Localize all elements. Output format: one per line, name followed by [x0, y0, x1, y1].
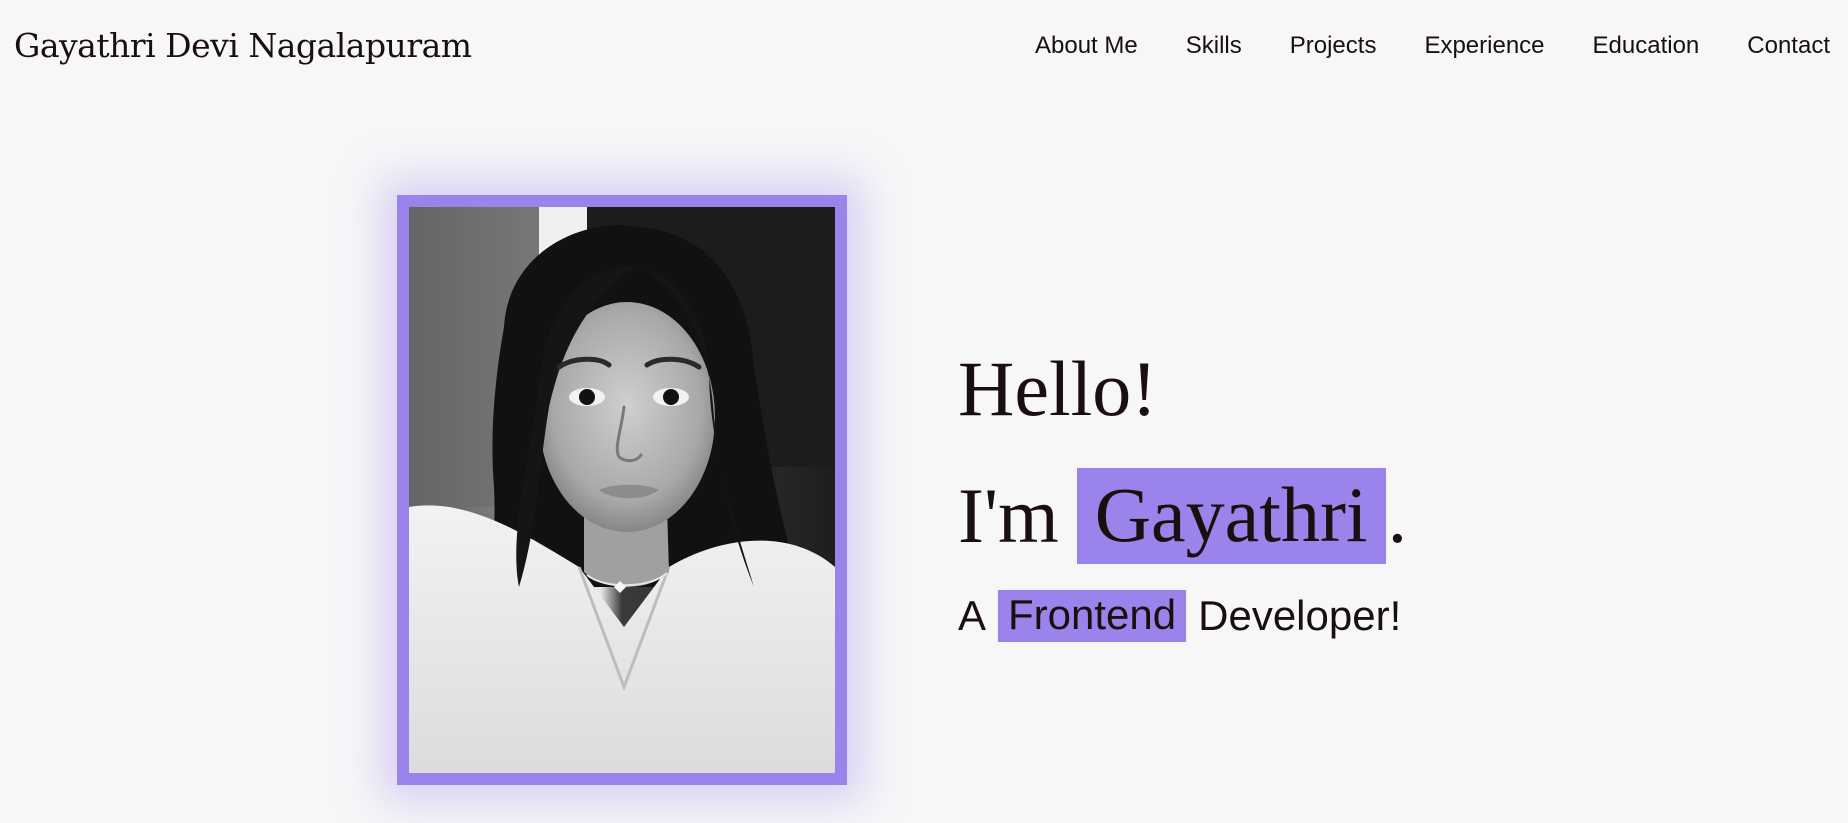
- role-prefix: A: [958, 592, 987, 639]
- hero-intro: I'm Gayathri .: [958, 468, 1658, 564]
- nav-about-me[interactable]: About Me: [1035, 32, 1138, 60]
- hero-role: A Frontend Developer!: [958, 590, 1658, 642]
- nav-projects[interactable]: Projects: [1290, 32, 1377, 60]
- name-highlight: Gayathri: [1076, 468, 1386, 564]
- nav-experience[interactable]: Experience: [1424, 32, 1544, 60]
- profile-photo: [409, 207, 835, 773]
- intro-suffix: .: [1387, 472, 1408, 559]
- profile-photo-frame: [397, 195, 847, 785]
- site-brand[interactable]: Gayathri Devi Nagalapuram: [14, 26, 472, 65]
- intro-prefix: I'm: [958, 472, 1059, 559]
- hero-section: Hello! I'm Gayathri . A Frontend Develop…: [958, 350, 1658, 642]
- hero-greeting: Hello!: [958, 345, 1158, 432]
- nav-skills[interactable]: Skills: [1186, 32, 1242, 60]
- nav-education[interactable]: Education: [1593, 32, 1700, 60]
- role-suffix: Developer!: [1198, 592, 1402, 639]
- site-header: Gayathri Devi Nagalapuram About Me Skill…: [0, 0, 1848, 100]
- role-highlight: Frontend: [998, 590, 1187, 642]
- nav-contact[interactable]: Contact: [1747, 32, 1830, 60]
- main-nav: About Me Skills Projects Experience Educ…: [1035, 32, 1830, 60]
